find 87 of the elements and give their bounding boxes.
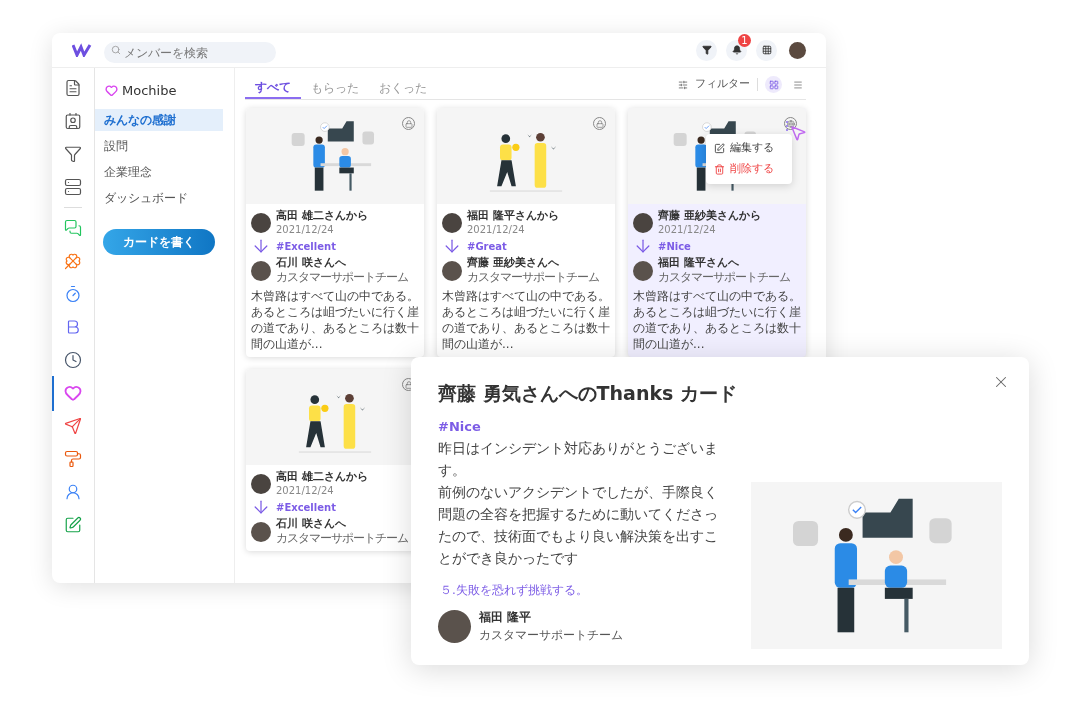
avatar	[442, 212, 462, 233]
filter-button[interactable]	[696, 39, 717, 61]
sidebar-item[interactable]: ダッシュボード	[95, 186, 223, 209]
sidebar-item[interactable]: 企業理念	[95, 160, 223, 183]
avatar	[442, 260, 462, 281]
sender-name: 高田 雄二さんから	[276, 470, 368, 484]
sender-name: 齊藤 亜紗美さんから	[658, 209, 761, 223]
write-card-button[interactable]: カードを書く	[103, 228, 215, 255]
lock-icon[interactable]	[593, 117, 606, 130]
tab[interactable]: もらった	[301, 77, 369, 99]
user-avatar[interactable]	[789, 41, 806, 59]
avatar	[251, 521, 271, 542]
document-icon[interactable]	[64, 79, 82, 97]
sender-name: 高田 雄二さんから	[276, 209, 368, 223]
hashtag[interactable]: #Great	[467, 238, 507, 254]
card-date: 2021/12/24	[467, 223, 526, 236]
delete-menu-item[interactable]: 削除する	[706, 159, 792, 180]
card-date: 2021/12/24	[276, 223, 335, 236]
team-name: カスタマーサポートチーム	[479, 627, 623, 644]
list-icon	[792, 79, 803, 90]
card-date: 2021/12/24	[658, 223, 717, 236]
search-field[interactable]: メンバーを検索	[104, 42, 276, 63]
sender-name: 福田 隆平	[479, 609, 533, 626]
sidebar-item[interactable]: みんなの感謝	[95, 108, 223, 131]
sender-name: 福田 隆平さんから	[467, 209, 559, 223]
clock-icon[interactable]	[64, 351, 82, 369]
recipient-name: 石川 咲さんへ	[276, 256, 347, 270]
avatar	[633, 260, 653, 281]
avatar	[438, 609, 471, 643]
timer-icon[interactable]	[64, 285, 82, 303]
edit-icon	[714, 143, 725, 154]
avatar	[251, 473, 271, 494]
card-date: 2021/12/24	[276, 484, 335, 497]
notification-badge: 1	[738, 33, 751, 47]
filter-label[interactable]: フィルター	[695, 76, 750, 93]
dialog-title: 齊藤 勇気さんへのThanks カード	[438, 381, 738, 406]
chat-icon[interactable]	[64, 219, 82, 237]
id-card-icon[interactable]	[64, 112, 82, 130]
thanks-card[interactable]: 高田 雄二さんから 2021/12/24 #Excellent 石川 咲さんへ カスタマーサポートチーム 木曾路はすべて山の中である。あるところは岨づたいに行く崖の道であり、あるところは数十間の山道が...	[246, 108, 424, 357]
recipient-name: 福田 隆平さんへ	[658, 256, 740, 270]
recipient-name: 石川 咲さんへ	[276, 517, 347, 531]
thanks-card[interactable]: 福田 隆平さんから 2021/12/24 #Great 齊藤 亜紗美さんへ カスタマーサポートチーム 木曾路はすべて山の中である。あるところは岨づたいに行く崖の道であり、あるところは数十間の山道が...	[437, 108, 615, 357]
flower-icon[interactable]	[64, 252, 82, 270]
avatar	[633, 212, 653, 233]
avatar	[251, 212, 271, 233]
grid-icon	[761, 45, 772, 55]
heart-icon[interactable]	[64, 384, 82, 402]
sidebar-item[interactable]: 設問	[95, 134, 223, 157]
card-excerpt: 木曾路はすべて山の中である。あるところは岨づたいに行く崖の道であり、あるところは数十間の山道が...	[251, 288, 419, 352]
team-name: カスタマーサポートチーム	[467, 270, 599, 285]
card-excerpt: 木曾路はすべて山の中である。あるところは岨づたいに行く崖の道であり、あるところは数十間の山道が...	[442, 288, 610, 352]
server-icon[interactable]	[64, 178, 82, 196]
grid-view-button[interactable]	[765, 76, 782, 93]
card-excerpt: 木曾路はすべて山の中である。あるところは岨づたいに行く崖の道であり、あるところは数十間の山道が...	[633, 288, 801, 352]
edit-menu-item[interactable]: 編集する	[706, 138, 792, 159]
logo-icon[interactable]	[72, 43, 92, 57]
search-icon	[111, 44, 121, 55]
hashtag[interactable]: #Excellent	[276, 499, 336, 515]
funnel-icon	[701, 45, 712, 55]
tab[interactable]: すべて	[245, 77, 301, 99]
edit-chart-icon[interactable]	[64, 516, 82, 534]
hashtag[interactable]: #Excellent	[276, 238, 336, 254]
brand-name: Mochibe	[122, 82, 177, 100]
grid-icon	[768, 79, 779, 90]
bell-icon	[731, 45, 742, 55]
paint-roller-icon[interactable]	[64, 450, 82, 468]
hashtag[interactable]: #Nice	[658, 238, 691, 254]
sliders-icon[interactable]	[678, 79, 688, 90]
team-name: カスタマーサポートチーム	[276, 270, 408, 285]
tab[interactable]: おくった	[369, 77, 437, 99]
brand-logo-icon	[105, 84, 118, 98]
funnel-icon[interactable]	[64, 145, 82, 163]
apps-button[interactable]	[756, 39, 777, 61]
trash-icon	[714, 164, 725, 175]
hashtag[interactable]: #Nice	[438, 417, 720, 437]
cursor-icon	[789, 124, 807, 142]
team-name: カスタマーサポートチーム	[276, 531, 408, 546]
recipient-name: 齊藤 亜紗美さんへ	[467, 256, 560, 270]
avatar	[251, 260, 271, 281]
globe-icon[interactable]	[784, 117, 797, 130]
value-text[interactable]: ５.失敗を恐れず挑戦する。	[440, 581, 720, 599]
person-icon[interactable]	[64, 483, 82, 501]
paper-plane-icon[interactable]	[64, 417, 82, 435]
message-text: 昨日はインシデント対応ありがとうございます。	[438, 439, 719, 480]
lock-icon[interactable]	[402, 117, 415, 130]
team-name: カスタマーサポートチーム	[658, 270, 790, 285]
message-text: 前例のないアクシデントでしたが、手際良く問題の全容を把握するために動いてくださったので、技術面でもより良い解決策を出すことができ良かったです	[438, 483, 719, 568]
